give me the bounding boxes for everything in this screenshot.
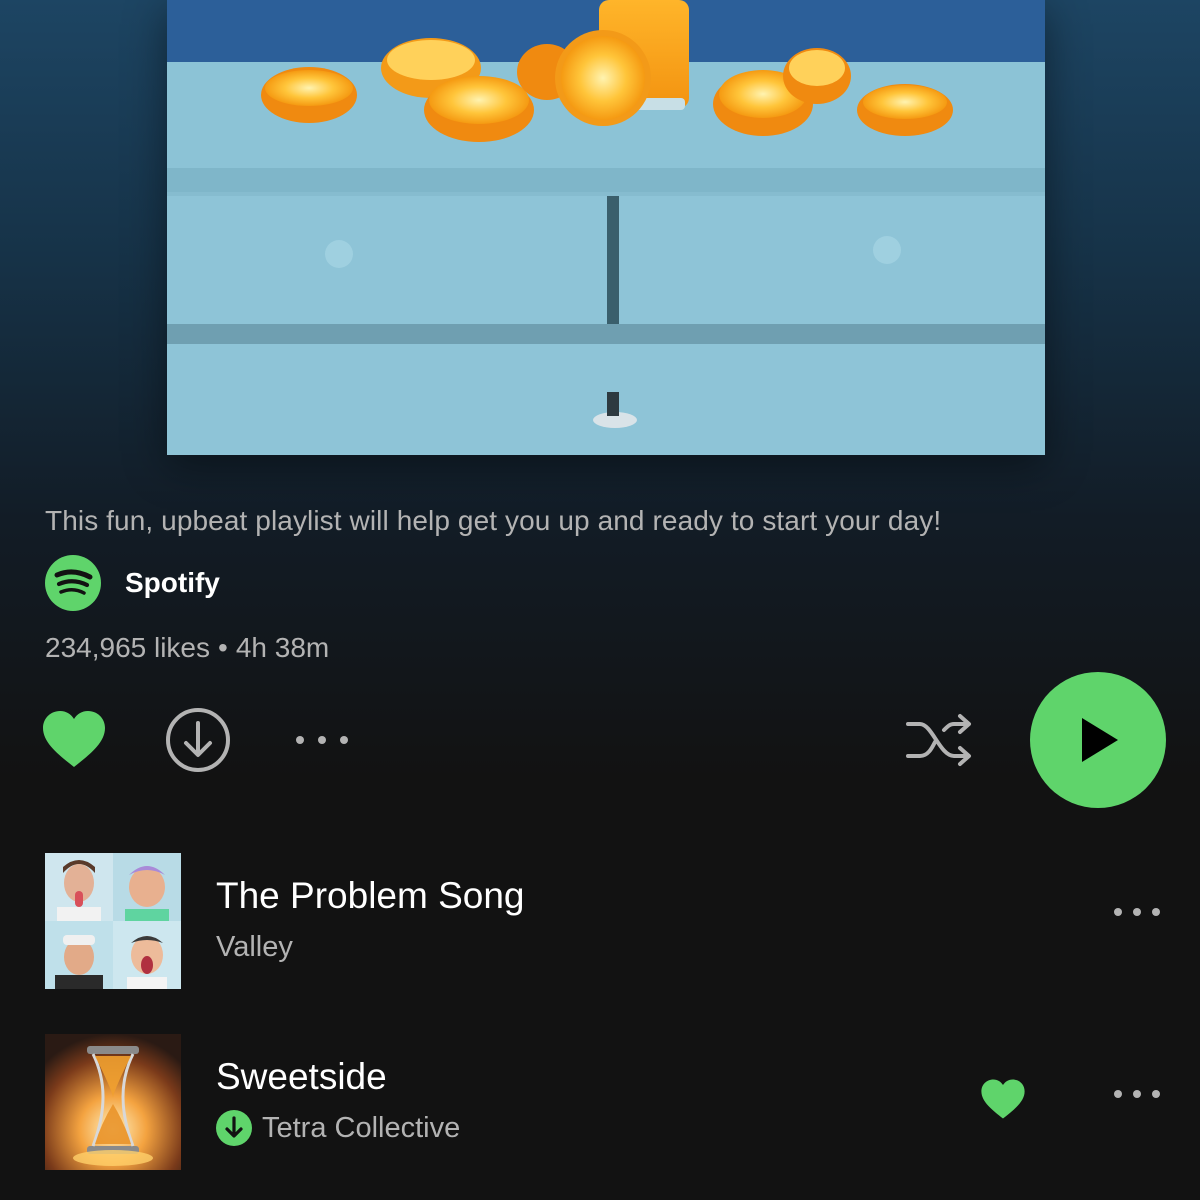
- track-more-options-button[interactable]: [1112, 1087, 1172, 1117]
- track-title: Sweetside: [216, 1056, 387, 1097]
- like-button[interactable]: [38, 706, 110, 772]
- track-row[interactable]: Sweetside Tetra Collective: [0, 1034, 1200, 1171]
- action-bar: [0, 670, 1200, 810]
- track-artist: Tetra Collective: [216, 1110, 460, 1146]
- owner-name[interactable]: Spotify: [125, 567, 220, 599]
- track-artist-name: Valley: [216, 931, 293, 963]
- track-more-options-button[interactable]: [1112, 905, 1172, 935]
- track-artist-name: Tetra Collective: [262, 1111, 461, 1144]
- playlist-duration: 4h 38m: [235, 632, 330, 663]
- heart-filled-icon: [981, 1079, 1025, 1119]
- likes-count: 234,965 likes: [45, 632, 211, 663]
- playlist-meta: 234,965 likes • 4h 38m: [45, 632, 329, 664]
- download-button[interactable]: [164, 706, 232, 774]
- more-horizontal-icon: [1114, 908, 1160, 916]
- track-row[interactable]: The Problem Song Valley: [0, 853, 1200, 990]
- playlist-cover-image: [167, 0, 1045, 455]
- playlist-description: This fun, upbeat playlist will help get …: [45, 505, 942, 536]
- more-horizontal-icon: [1114, 1090, 1160, 1098]
- play-icon: [1082, 718, 1118, 762]
- meta-separator: •: [218, 632, 228, 663]
- more-options-button[interactable]: [290, 720, 354, 760]
- spotify-logo-icon: [45, 555, 101, 611]
- track-like-button[interactable]: [980, 1078, 1036, 1128]
- more-horizontal-icon: [296, 736, 348, 744]
- track-title: The Problem Song: [216, 875, 525, 916]
- track-artist: Valley: [216, 931, 293, 964]
- heart-filled-icon: [43, 711, 105, 767]
- shuffle-button[interactable]: [900, 706, 980, 774]
- track-artwork: [45, 1034, 181, 1170]
- track-artwork: [45, 853, 181, 989]
- download-icon: [166, 708, 230, 772]
- play-button[interactable]: [1030, 672, 1166, 808]
- playlist-owner[interactable]: Spotify: [45, 555, 220, 611]
- downloaded-icon: [216, 1110, 252, 1146]
- shuffle-icon: [906, 714, 971, 766]
